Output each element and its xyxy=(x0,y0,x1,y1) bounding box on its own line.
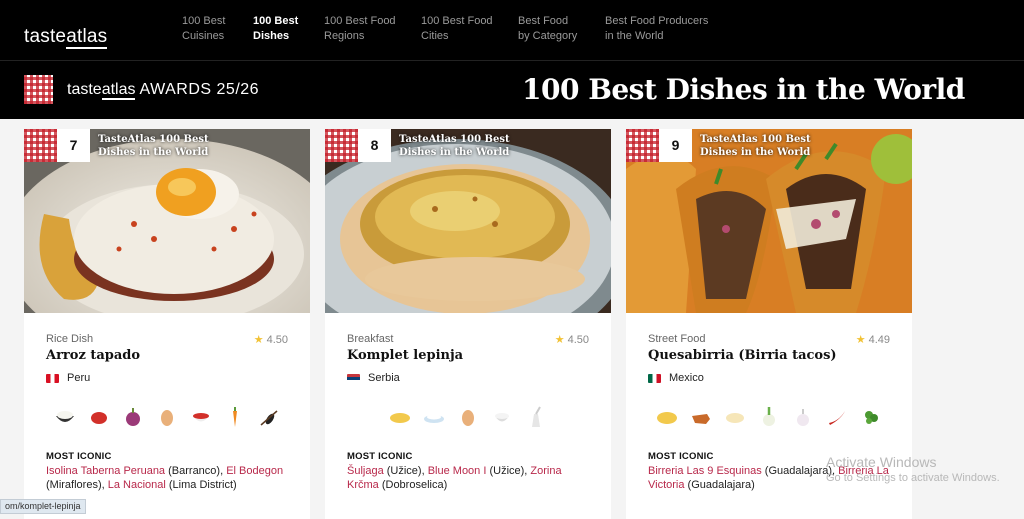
dish-card-arroz-tapado[interactable]: 7 TasteAtlas 100 Best Dishes in the Worl… xyxy=(24,129,310,519)
rating-value: 4.49 xyxy=(868,334,890,346)
iconic-places: Isolina Taberna Peruana (Barranco), El B… xyxy=(46,464,291,492)
checkered-tablecloth-icon xyxy=(24,129,57,162)
rank-label: TasteAtlas 100 Best Dishes in the World xyxy=(98,134,209,158)
checkered-tablecloth-icon xyxy=(626,129,659,162)
nav-item-best-food-cities[interactable]: 100 Best Food Cities xyxy=(421,14,493,44)
most-iconic-label: MOST ICONIC xyxy=(347,451,413,462)
place-location: (Guadalajara) xyxy=(684,479,755,491)
dish-rating: ★ 4.50 xyxy=(254,333,288,346)
place-location: (Dobroselica) xyxy=(378,479,448,491)
place-location: (Miraflores), xyxy=(46,479,108,491)
nav-item-best-food-by-category[interactable]: Best Food by Category xyxy=(518,14,577,44)
dish-rating: ★ 4.50 xyxy=(555,333,589,346)
rating-value: 4.50 xyxy=(266,334,288,346)
awards-title: tasteatlas AWARDS 25/26 xyxy=(67,81,260,100)
nav-item-best-cuisines[interactable]: 100 Best Cuisines xyxy=(182,14,225,44)
garlic-icon[interactable] xyxy=(791,405,815,429)
bread-icon[interactable] xyxy=(388,405,412,429)
top-navigation: tasteatlas 100 Best Cuisines 100 Best Di… xyxy=(0,0,1024,61)
logo-text-taste: taste xyxy=(24,26,67,47)
chili-icon[interactable] xyxy=(825,405,849,429)
lard-icon[interactable] xyxy=(490,405,514,429)
dish-rating: ★ 4.49 xyxy=(856,333,890,346)
dish-name[interactable]: Arroz tapado xyxy=(46,348,140,363)
place-link[interactable]: El Bodegon xyxy=(226,465,283,477)
page-heading: 100 Best Dishes in the World xyxy=(522,73,965,106)
awards-brand-taste: taste xyxy=(67,81,102,98)
onion-icon[interactable] xyxy=(121,405,145,429)
nav-item-best-dishes[interactable]: 100 Best Dishes xyxy=(253,14,298,44)
dish-country[interactable]: Mexico xyxy=(648,372,704,384)
tasteatlas-logo[interactable]: tasteatlas xyxy=(24,26,108,49)
dish-category: Street Food xyxy=(648,333,706,345)
tomato-sauce-icon[interactable] xyxy=(189,405,213,429)
awards-label: AWARDS 25/26 xyxy=(135,81,260,98)
cilantro-icon[interactable] xyxy=(859,405,883,429)
windows-activation-watermark: Activate Windows Go to Settings to activ… xyxy=(826,454,1000,484)
awards-banner: tasteatlas AWARDS 25/26 100 Best Dishes … xyxy=(0,61,1024,119)
star-icon: ★ xyxy=(855,334,866,346)
dish-card-komplet-lepinja[interactable]: 8 TasteAtlas 100 Best Dishes in the Worl… xyxy=(325,129,611,519)
place-location: (Barranco), xyxy=(165,465,227,477)
rating-value: 4.50 xyxy=(567,334,589,346)
serbia-flag-icon xyxy=(347,373,360,383)
carrot-icon[interactable] xyxy=(223,405,247,429)
tortilla-icon[interactable] xyxy=(655,405,679,429)
ingredient-icons xyxy=(347,405,597,429)
star-icon: ★ xyxy=(554,334,565,346)
place-location: (Lima District) xyxy=(165,479,237,491)
beef-icon[interactable] xyxy=(689,405,713,429)
place-location: (Užice), xyxy=(486,465,531,477)
activate-windows-subtitle: Go to Settings to activate Windows. xyxy=(826,472,1000,484)
rank-label: TasteAtlas 100 Best Dishes in the World xyxy=(399,134,510,158)
place-link[interactable]: Šuljaga xyxy=(347,465,384,477)
dish-country[interactable]: Serbia xyxy=(347,372,400,384)
dish-category: Breakfast xyxy=(347,333,394,345)
place-location: (Užice), xyxy=(383,465,428,477)
star-icon: ★ xyxy=(253,334,264,346)
rank-number: 9 xyxy=(659,129,692,162)
rank-number: 7 xyxy=(57,129,90,162)
dish-country[interactable]: Peru xyxy=(46,372,90,384)
country-name: Mexico xyxy=(669,372,704,384)
tomato-icon[interactable] xyxy=(87,405,111,429)
logo-text-atlas: atlas xyxy=(66,26,108,49)
activate-windows-title: Activate Windows xyxy=(826,454,937,470)
olive-icon[interactable] xyxy=(257,405,281,429)
salt-icon[interactable] xyxy=(524,405,548,429)
rank-number: 8 xyxy=(358,129,391,162)
country-name: Peru xyxy=(67,372,91,384)
most-iconic-label: MOST ICONIC xyxy=(46,451,112,462)
rank-label: TasteAtlas 100 Best Dishes in the World xyxy=(700,134,811,158)
egg-icon[interactable] xyxy=(456,405,480,429)
place-link[interactable]: Blue Moon I xyxy=(428,465,487,477)
place-link[interactable]: Birreria Las 9 Esquinas xyxy=(648,465,762,477)
onion-icon[interactable] xyxy=(757,405,781,429)
place-link[interactable]: La Nacional xyxy=(108,479,166,491)
rank-badge: 9 xyxy=(626,129,692,162)
awards-brand-atlas: atlas xyxy=(101,81,136,100)
kaymak-icon[interactable] xyxy=(422,405,446,429)
dish-name[interactable]: Quesabirria (Birria tacos) xyxy=(648,348,837,363)
rice-icon[interactable] xyxy=(53,405,77,429)
rank-badge: 8 xyxy=(325,129,391,162)
mexico-flag-icon xyxy=(648,373,661,383)
iconic-places: Šuljaga (Užice), Blue Moon I (Užice), Zo… xyxy=(347,464,592,492)
dish-name[interactable]: Komplet lepinja xyxy=(347,348,463,363)
peru-flag-icon xyxy=(46,373,59,383)
nav-item-best-food-producers[interactable]: Best Food Producers in the World xyxy=(605,14,708,44)
nav-item-best-food-regions[interactable]: 100 Best Food Regions xyxy=(324,14,396,44)
country-name: Serbia xyxy=(368,372,400,384)
most-iconic-label: MOST ICONIC xyxy=(648,451,714,462)
ingredient-icons xyxy=(648,405,898,429)
cheese-icon[interactable] xyxy=(723,405,747,429)
rank-badge: 7 xyxy=(24,129,90,162)
checkered-tablecloth-icon xyxy=(325,129,358,162)
egg-icon[interactable] xyxy=(155,405,179,429)
dish-category: Rice Dish xyxy=(46,333,94,345)
place-link[interactable]: Isolina Taberna Peruana xyxy=(46,465,165,477)
checkered-tablecloth-icon xyxy=(24,75,53,104)
ingredient-icons xyxy=(46,405,296,429)
